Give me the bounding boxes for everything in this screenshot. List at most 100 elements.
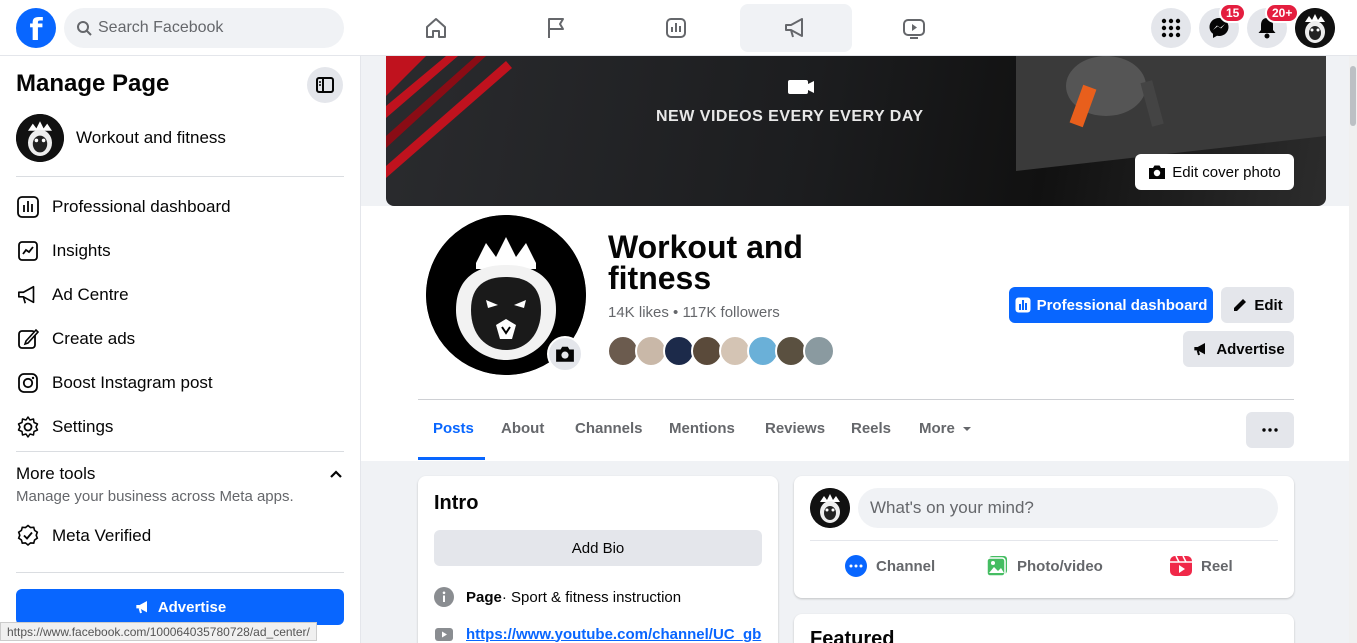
sidebar-item-professional-dashboard[interactable]: Professional dashboard [16, 187, 344, 227]
facebook-logo[interactable]: f [16, 8, 56, 48]
page-selector[interactable]: Workout and fitness [16, 114, 226, 162]
chevron-up-icon[interactable] [326, 464, 346, 484]
info-icon [434, 587, 454, 607]
tab-more[interactable]: More [919, 420, 973, 437]
sidebar-item-ad-centre[interactable]: Ad Centre [16, 275, 344, 315]
tab-channels[interactable]: Channels [575, 420, 643, 437]
search-box[interactable] [64, 8, 344, 48]
intro-card: Intro Add Bio Page · Sport & fitness ins… [418, 476, 778, 643]
account-avatar[interactable] [1295, 8, 1335, 48]
sidebar-item-meta-verified[interactable]: Meta Verified [16, 516, 344, 556]
sidebar-item-create-ads[interactable]: Create ads [16, 319, 344, 359]
messenger-button[interactable]: 15 [1199, 3, 1247, 48]
chart-icon [666, 18, 686, 38]
edit-cover-label: Edit cover photo [1172, 163, 1281, 181]
tabs-divider [418, 399, 1294, 400]
notifications-badge: 20+ [1265, 3, 1300, 23]
sidebar-item-label: Settings [52, 417, 114, 436]
gear-icon [16, 415, 40, 439]
sidebar-item-label: Meta Verified [52, 526, 152, 545]
sidebar-title: Manage Page [16, 70, 170, 97]
dashboard-icon [16, 195, 40, 219]
more-options-button[interactable] [1246, 412, 1294, 448]
grid-icon [1161, 18, 1181, 38]
advertise-page-button[interactable]: Advertise [1183, 331, 1294, 367]
lion-logo-icon [1295, 8, 1335, 48]
post-composer-card: What's on your mind? Channel Photo/video… [794, 476, 1294, 598]
edit-cover-photo-button[interactable]: Edit cover photo [1135, 154, 1294, 190]
professional-dashboard-label: Professional dashboard [1036, 296, 1208, 314]
photo-video-action-button[interactable]: Photo/video [985, 554, 1103, 578]
tab-reviews[interactable]: Reviews [765, 420, 825, 437]
active-tab-indicator [418, 457, 485, 460]
scrollbar-thumb[interactable] [1350, 66, 1356, 126]
sidebar-toggle-icon [316, 77, 334, 93]
youtube-link[interactable]: https://www.youtube.com/channel/UC_gb [466, 626, 761, 643]
follower-avatars [607, 335, 835, 367]
sidebar-item-boost-instagram[interactable]: Boost Instagram post [16, 363, 344, 403]
megaphone-icon [785, 18, 803, 38]
edit-page-button[interactable]: Edit [1221, 287, 1294, 323]
pencil-icon [1234, 299, 1247, 311]
professional-dashboard-button[interactable]: Professional dashboard [1009, 287, 1213, 323]
tab-reels[interactable]: Reels [851, 420, 891, 437]
reel-label: Reel [1201, 557, 1233, 575]
edit-label: Edit [1254, 296, 1283, 314]
composer-avatar [810, 488, 850, 528]
sidebar-item-label: Create ads [52, 329, 136, 348]
video-icon [903, 19, 925, 39]
tab-about[interactable]: About [501, 420, 544, 437]
category-label: Page [466, 588, 502, 606]
insights-icon [16, 239, 40, 263]
megaphone-icon [1194, 343, 1206, 356]
channel-label: Channel [876, 557, 936, 575]
page-title: Workout and fitness [608, 229, 803, 296]
nav-insights-tab[interactable] [620, 4, 732, 52]
more-tools-subtitle: Manage your business across Meta apps. [16, 488, 294, 505]
follower-avatar[interactable] [803, 335, 835, 367]
nav-home-tab[interactable] [380, 4, 492, 52]
sidebar-item-label: Insights [52, 241, 111, 260]
add-bio-button[interactable]: Add Bio [434, 530, 762, 566]
tab-mentions[interactable]: Mentions [669, 420, 735, 437]
sidebar-item-label: Boost Instagram post [52, 373, 213, 392]
nav-ads-tab[interactable] [740, 4, 852, 52]
divider [16, 176, 344, 177]
reel-icon [1170, 555, 1192, 576]
youtube-icon [435, 628, 453, 641]
update-profile-picture-button[interactable] [547, 336, 583, 372]
channel-icon [845, 555, 867, 577]
divider [16, 572, 344, 573]
photo-video-label: Photo/video [1017, 557, 1103, 575]
whats-on-your-mind-input[interactable]: What's on your mind? [858, 488, 1278, 528]
pencil-square-icon [16, 327, 40, 351]
camera-icon [1149, 165, 1166, 179]
composer-divider [810, 540, 1278, 541]
reel-action-button[interactable]: Reel [1169, 554, 1233, 578]
search-input[interactable] [98, 19, 328, 37]
sidebar-item-insights[interactable]: Insights [16, 231, 344, 271]
more-tools-heading[interactable]: More tools [16, 464, 95, 484]
nav-pages-tab[interactable] [500, 4, 612, 52]
intro-title: Intro [434, 492, 479, 514]
advertise-label: Advertise [1216, 340, 1285, 358]
sidebar-item-label: Ad Centre [52, 285, 129, 304]
channel-action-button[interactable]: Channel [844, 554, 935, 578]
menu-button[interactable] [1151, 8, 1191, 48]
advertise-label: Advertise [157, 598, 227, 616]
caret-down-icon [962, 426, 971, 431]
nav-video-tab[interactable] [858, 4, 970, 52]
tab-posts[interactable]: Posts [433, 420, 474, 437]
tab-more-label: More [919, 420, 955, 437]
verified-badge-icon [16, 524, 40, 548]
page-category: Page · Sport & fitness instruction [434, 587, 681, 607]
top-navigation-bar: f 15 20+ [0, 0, 1357, 56]
page-scrollbar[interactable] [1349, 56, 1357, 643]
divider [16, 451, 344, 452]
notifications-button[interactable]: 20+ [1247, 3, 1300, 48]
collapse-sidebar-button[interactable] [307, 67, 343, 103]
lion-logo-icon [16, 114, 64, 162]
sidebar-item-settings[interactable]: Settings [16, 407, 344, 447]
advertise-button[interactable]: Advertise [16, 589, 344, 625]
page-stats[interactable]: 14K likes • 117K followers [608, 304, 780, 321]
